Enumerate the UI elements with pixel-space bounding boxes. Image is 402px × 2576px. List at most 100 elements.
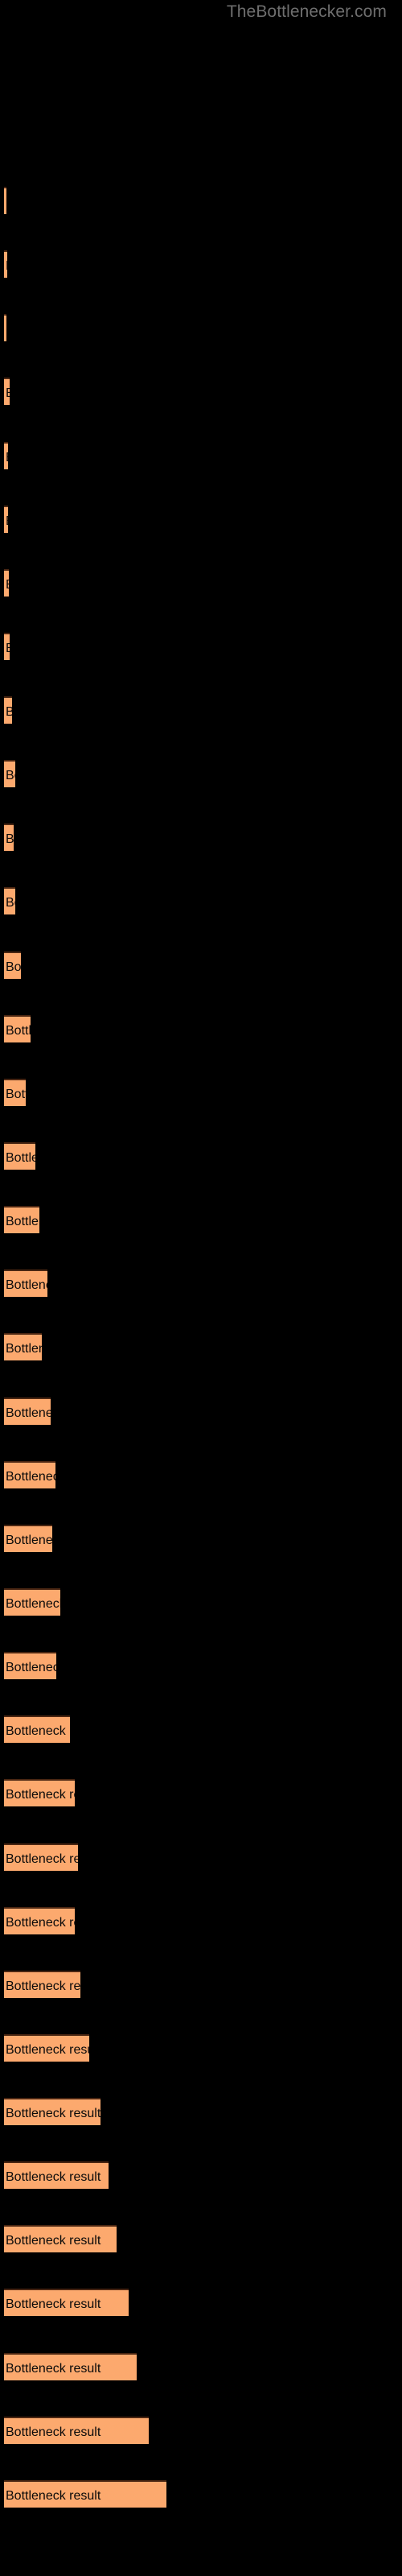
bar-row: Bottleneck result — [0, 2480, 402, 2508]
bar-row: Bottleneck result — [0, 760, 402, 787]
bar-label: Bottleneck result — [6, 704, 12, 721]
bar-label: Bottleneck result — [6, 1534, 52, 1547]
bar[interactable]: Bottleneck result — [4, 1397, 51, 1425]
bar-label: Bottleneck result — [6, 2170, 101, 2184]
bar-row: Bottleneck result — [0, 1843, 402, 1871]
bar[interactable]: Bottleneck result — [4, 1779, 75, 1806]
bar-row: Bottleneck result — [0, 2161, 402, 2189]
bar[interactable]: Bottleneck result — [4, 1715, 70, 1743]
bar-label: Bottleneck result — [6, 513, 8, 530]
bar-row: Bottleneck result — [0, 1779, 402, 1806]
bar[interactable]: Bottleneck result — [4, 1907, 75, 1934]
bar-row: Bottleneck result — [0, 2098, 402, 2125]
bar[interactable]: Bottleneck result — [4, 1588, 60, 1616]
bar[interactable]: Bottleneck result — [4, 1333, 42, 1360]
bar[interactable]: Bottleneck result — [4, 2417, 149, 2444]
bar-row: Bottleneck result — [0, 1971, 402, 1998]
bar-row: Bottleneck result — [0, 1333, 402, 1360]
bar-label: Bottleneck result — [6, 960, 21, 974]
bar-row: Bottleneck result — [0, 1461, 402, 1488]
bar-row: Bottleneck result — [0, 378, 402, 405]
bar-label: Bottleneck result — [6, 1278, 47, 1292]
bar-row: Bottleneck result — [0, 1206, 402, 1233]
bar-label: Bottleneck result — [6, 1215, 39, 1228]
bar-row: Bottleneck result — [0, 2289, 402, 2316]
bar[interactable]: Bottleneck result — [4, 1461, 55, 1488]
bar-row: Bottleneck result — [0, 633, 402, 660]
bar-row: Bottleneck result — [0, 2353, 402, 2380]
bar[interactable]: Bottleneck result — [4, 2480, 166, 2508]
bar-label: Bottleneck result — [6, 640, 10, 658]
bar[interactable]: Bottleneck result — [4, 887, 15, 914]
bar-row: Bottleneck result — [0, 1525, 402, 1552]
bar-row: Bottleneck result — [0, 1015, 402, 1042]
bar[interactable]: Bottleneck result — [4, 1015, 31, 1042]
bar-row: Bottleneck result — [0, 1079, 402, 1106]
bar[interactable]: Bottleneck result — [4, 633, 10, 660]
bar[interactable]: Bottleneck result — [4, 952, 21, 979]
bar[interactable]: Bottleneck result — [4, 1652, 56, 1679]
bar-label: Bottleneck result — [6, 1088, 26, 1101]
bar-label: Bottleneck result — [6, 832, 14, 846]
bar[interactable]: Bottleneck result — [4, 314, 6, 341]
bar-row: Bottleneck result — [0, 1142, 402, 1170]
bar[interactable]: Bottleneck result — [4, 250, 7, 278]
bar-row: Bottleneck result — [0, 2417, 402, 2444]
bar[interactable]: Bottleneck result — [4, 2161, 109, 2189]
bar-label: Bottleneck result — [6, 385, 10, 402]
bar[interactable]: Bottleneck result — [4, 569, 9, 597]
bar-row: Bottleneck result — [0, 187, 402, 214]
bar[interactable]: Bottleneck result — [4, 696, 12, 724]
bar[interactable]: Bottleneck result — [4, 1079, 26, 1106]
bar[interactable]: Bottleneck result — [4, 1206, 39, 1233]
bar-label: Bottleneck result — [6, 2489, 101, 2503]
bar[interactable]: Bottleneck result — [4, 760, 15, 787]
bar-row: Bottleneck result — [0, 1715, 402, 1743]
bar-label: Bottleneck result — [6, 1342, 42, 1356]
bar-label: Bottleneck result — [6, 1024, 31, 1038]
bar-label: Bottleneck result — [6, 1788, 75, 1802]
bottleneck-bar-chart: Bottleneck result Bottleneck result Bottle… — [0, 0, 402, 2576]
bar[interactable]: Bottleneck result — [4, 1269, 47, 1297]
bar-label: Bottleneck result — [6, 769, 15, 782]
bar[interactable]: Bottleneck result — [4, 442, 8, 469]
bar-row: Bottleneck result — [0, 569, 402, 597]
bar-row: Bottleneck result — [0, 2034, 402, 2062]
bar[interactable]: Bottleneck result — [4, 2225, 117, 2252]
bar[interactable]: Bottleneck result — [4, 1843, 78, 1871]
bar[interactable]: Bottleneck result — [4, 2289, 129, 2316]
bar[interactable]: Bottleneck result — [4, 2098, 100, 2125]
bar[interactable]: Bottleneck result — [4, 378, 10, 405]
bar-label: Bottleneck result — [6, 2362, 101, 2376]
bar-row: Bottleneck result — [0, 506, 402, 533]
bar[interactable]: Bottleneck result — [4, 1971, 80, 1998]
bar-label: Bottleneck result — [6, 1916, 75, 1930]
bar[interactable]: Bottleneck result — [4, 2034, 89, 2062]
bar-label: Bottleneck result — [6, 1661, 56, 1674]
bar-label: Bottleneck result — [6, 576, 9, 594]
bar-label: Bottleneck result — [6, 1151, 35, 1165]
bar-label: Bottleneck result — [6, 1724, 70, 1738]
bar-label: Bottleneck result — [6, 2297, 101, 2311]
bar[interactable]: Bottleneck result — [4, 2353, 137, 2380]
bar[interactable]: Bottleneck result — [4, 506, 8, 533]
bar-label: Bottleneck result — [6, 258, 7, 275]
bar-row: Bottleneck result — [0, 887, 402, 914]
bar-label: Bottleneck result — [6, 1852, 78, 1866]
bar-row: Bottleneck result — [0, 250, 402, 278]
bar-label: Bottleneck result — [6, 2043, 89, 2057]
bar[interactable]: Bottleneck result — [4, 1142, 35, 1170]
bar[interactable]: Bottleneck result — [4, 187, 6, 214]
bar-row: Bottleneck result — [0, 442, 402, 469]
bar-label: Bottleneck result — [6, 2234, 101, 2248]
bar-row: Bottleneck result — [0, 824, 402, 851]
bar-row: Bottleneck result — [0, 1588, 402, 1616]
bar[interactable]: Bottleneck result — [4, 1525, 52, 1552]
bar-label: Bottleneck result — [6, 1470, 55, 1484]
bar[interactable]: Bottleneck result — [4, 824, 14, 851]
bar-label: Bottleneck result — [6, 1406, 51, 1420]
bar-label: Bottleneck result — [6, 1597, 60, 1611]
bar-label: Bottleneck result — [6, 2107, 100, 2120]
bar-row: Bottleneck result — [0, 952, 402, 979]
bar-row: Bottleneck result — [0, 1397, 402, 1425]
